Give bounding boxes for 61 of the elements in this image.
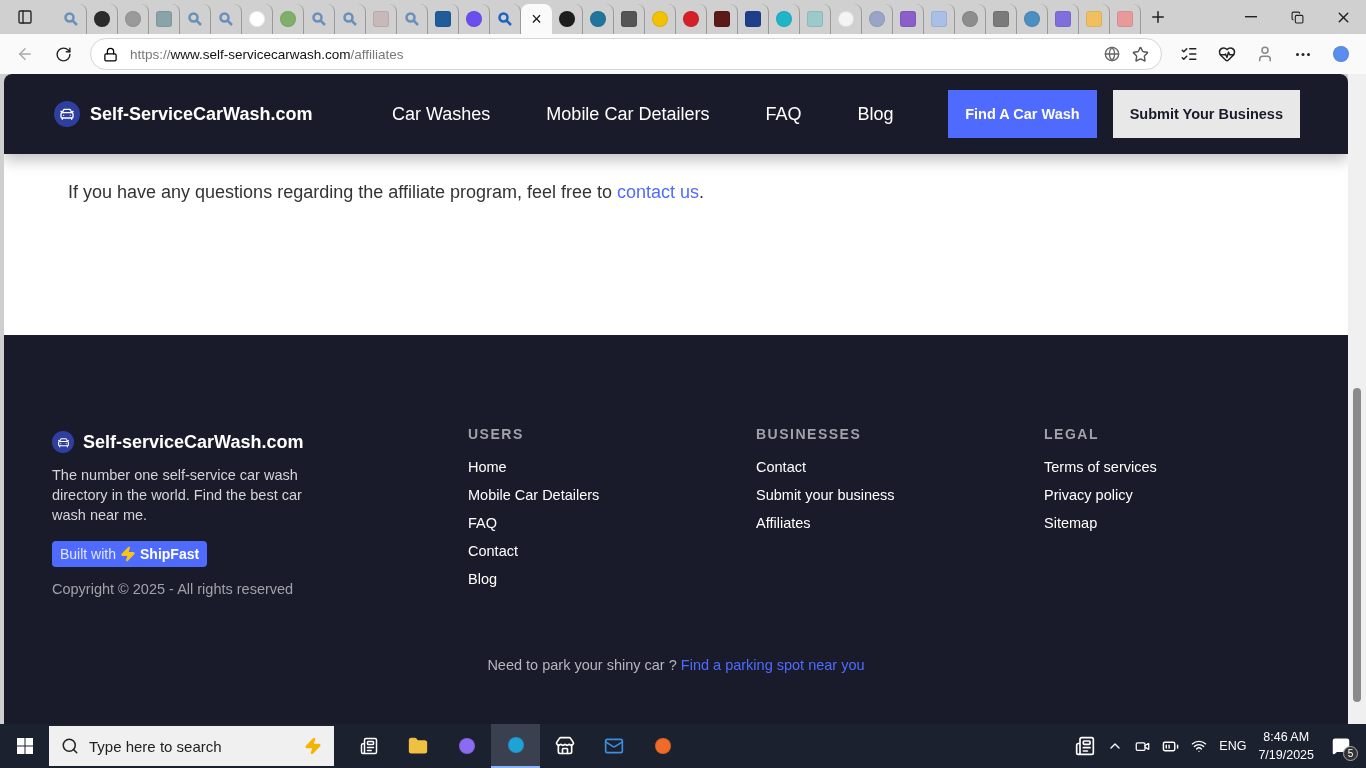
footer-link[interactable]: Contact xyxy=(756,458,1044,476)
more-icon xyxy=(1296,52,1310,56)
column-heading: LEGAL xyxy=(1044,426,1100,442)
footer-link[interactable]: Terms of services xyxy=(1044,458,1300,476)
site-description: The number one self-service car wash directory in the world. Find the best car wash near me. xyxy=(52,466,303,525)
footer-brand[interactable]: Self-serviceCarWash.com xyxy=(83,431,304,453)
parking-note: Need to park your shiny car ? Find a parking spot near you xyxy=(486,657,866,673)
refresh-icon xyxy=(54,45,72,63)
footer-link[interactable]: Contact xyxy=(468,542,756,560)
favorite-star-icon[interactable] xyxy=(1132,45,1149,63)
browser-tab[interactable]: × xyxy=(521,4,552,34)
favorites-icon xyxy=(1180,45,1198,63)
footer-link[interactable]: Affiliates xyxy=(756,514,1044,532)
scrollbar-thumb[interactable] xyxy=(1353,388,1361,702)
footer-link[interactable]: Blog xyxy=(468,570,756,588)
column-heading: USERS xyxy=(468,426,525,442)
avatar-icon xyxy=(1256,45,1274,63)
nav-link[interactable]: Mobile Car Detailers xyxy=(546,103,710,125)
site-brand[interactable]: Self-ServiceCarWash.com xyxy=(90,103,313,125)
notification-count: 5 xyxy=(1343,746,1358,761)
find-car-wash-button[interactable]: Find A Car Wash xyxy=(948,90,1097,138)
wifi-icon[interactable] xyxy=(1191,738,1208,754)
close-icon[interactable]: × xyxy=(531,10,542,28)
store-icon xyxy=(554,736,575,756)
taskbar-search-field[interactable]: Type here to search xyxy=(49,726,334,766)
edge-browser-button[interactable] xyxy=(491,724,540,768)
footer-link[interactable]: Privacy policy xyxy=(1044,486,1300,504)
contact-paragraph: If you have any questions regarding the affiliate program, feel free to contact us. xyxy=(68,182,706,203)
mail-icon xyxy=(603,736,624,756)
folder-icon xyxy=(407,736,428,756)
built-with-badge[interactable]: Built with ShipFast xyxy=(52,541,208,567)
footer-link[interactable]: Sitemap xyxy=(1044,514,1300,532)
heart-pulse-icon xyxy=(1218,45,1236,63)
address-bar[interactable]: https://www.self-servicecarwash.com/affiliates xyxy=(90,38,1162,70)
plus-icon xyxy=(1149,8,1167,26)
windows-icon xyxy=(16,738,33,754)
restore-icon xyxy=(1290,10,1304,24)
copyright-text: Copyright © 2025 - All rights reserved xyxy=(52,581,295,597)
clock[interactable]: 8:46 AM 7/19/2025 xyxy=(1258,728,1314,764)
minimize-icon xyxy=(1245,16,1257,18)
car-logo-icon xyxy=(54,101,80,127)
nav-link[interactable]: Car Washes xyxy=(392,103,491,125)
nav-link[interactable]: FAQ xyxy=(765,103,802,125)
url-text: https://www.self-servicecarwash.com/affiliates xyxy=(130,46,405,62)
footer-link[interactable]: Home xyxy=(468,458,756,476)
footer-link[interactable]: Mobile Car Detailers xyxy=(468,486,756,504)
footer-link[interactable]: FAQ xyxy=(468,514,756,532)
nav-link[interactable]: Blog xyxy=(857,103,894,125)
column-heading: BUSINESSES xyxy=(756,426,863,442)
news-icon[interactable] xyxy=(1075,736,1096,756)
contact-link[interactable]: contact us xyxy=(617,182,700,202)
parking-link[interactable]: Find a parking spot near you xyxy=(680,657,865,673)
lock-icon xyxy=(103,46,118,62)
footer-link[interactable]: Submit your business xyxy=(756,486,1044,504)
car-logo-icon xyxy=(52,431,74,453)
notifications-button[interactable]: 5 xyxy=(1326,731,1356,761)
submit-business-button[interactable]: Submit Your Business xyxy=(1112,90,1300,138)
lightning-icon xyxy=(120,546,137,562)
panel-icon xyxy=(17,9,33,25)
language-indicator[interactable]: ENG xyxy=(1219,739,1247,753)
search-icon xyxy=(61,737,79,755)
